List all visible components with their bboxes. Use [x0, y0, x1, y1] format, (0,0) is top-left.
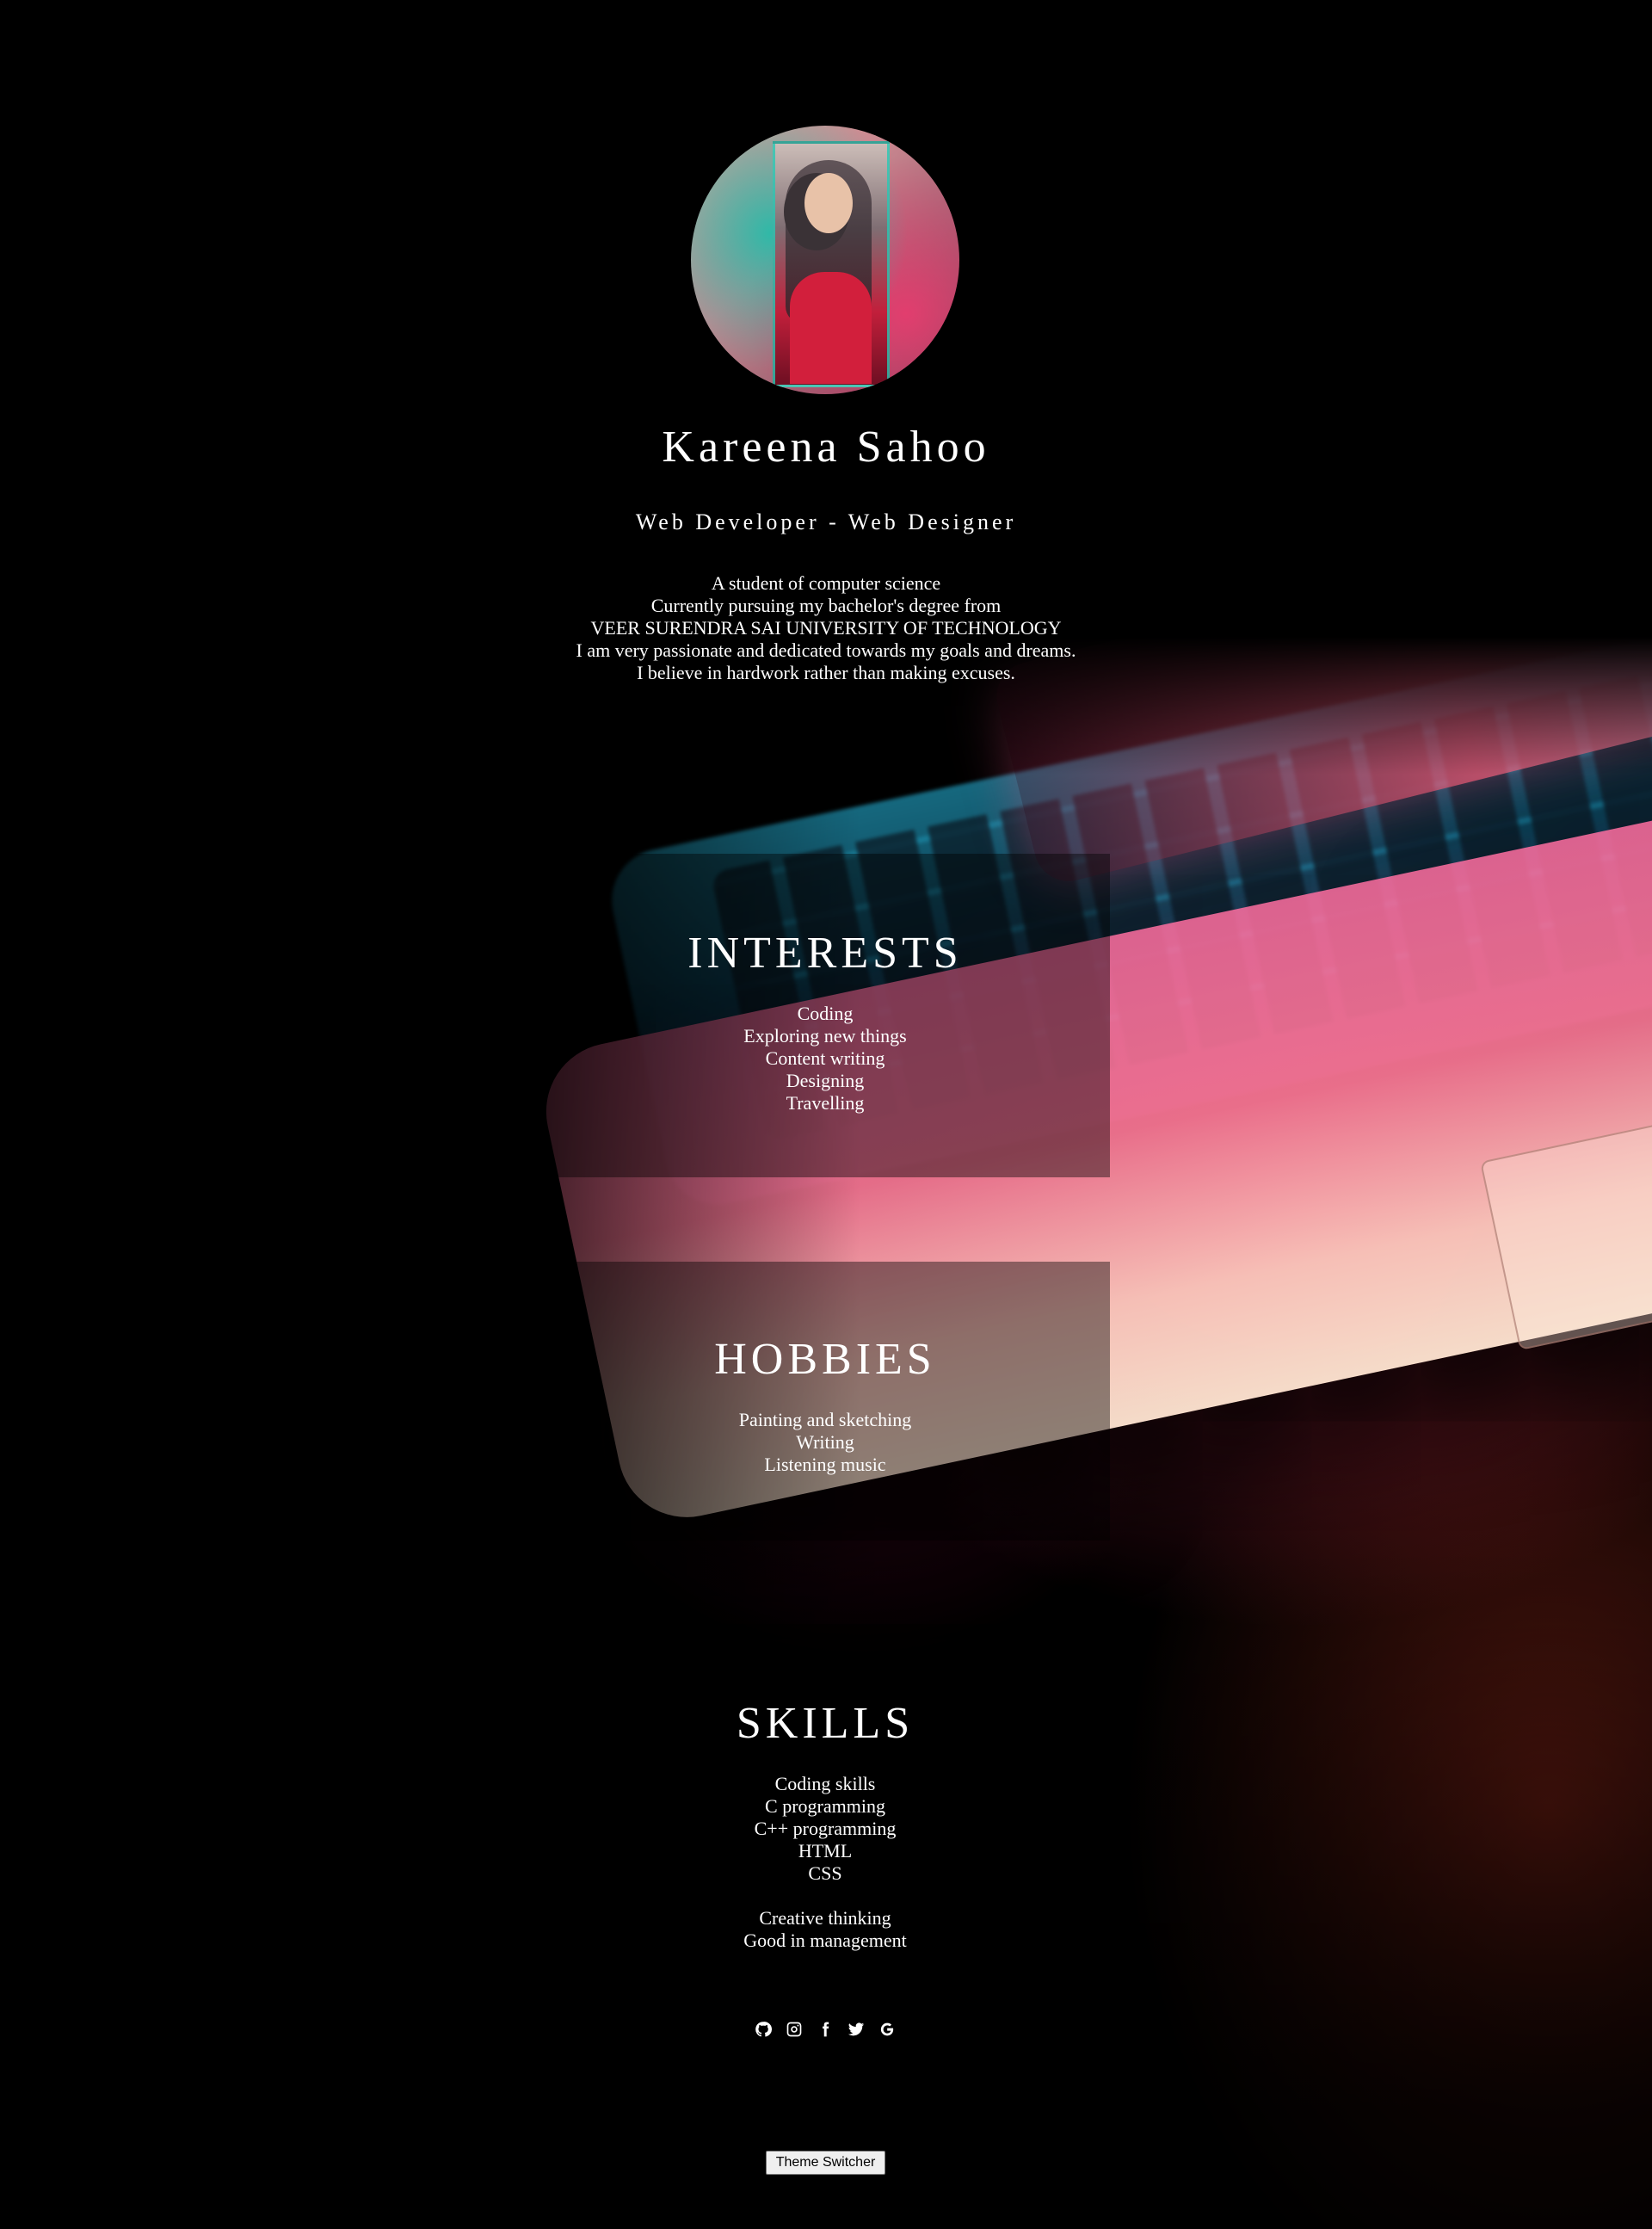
instagram-icon[interactable] [785, 2020, 804, 2039]
skill-item: HTML [798, 1840, 853, 1862]
interests-heading: INTERESTS [687, 929, 963, 978]
skill-item: CSS [808, 1862, 842, 1884]
skill-item: Creative thinking [759, 1907, 891, 1929]
interest-item: Coding [797, 1003, 854, 1024]
theme-switcher-button[interactable]: Theme Switcher [766, 2151, 885, 2175]
interest-item: Exploring new things [743, 1025, 907, 1047]
hobby-item: Writing [796, 1431, 854, 1453]
hobby-item: Listening music [764, 1454, 886, 1475]
skills-section: SKILLS Coding skills C programming C++ p… [540, 1624, 1110, 2102]
about-line: VEER SURENDRA SAI UNIVERSITY OF TECHNOLO… [590, 617, 1062, 639]
hobbies-section: HOBBIES Painting and sketching Writing L… [540, 1262, 1110, 1541]
skills-spacer [540, 1885, 1110, 1907]
hobbies-list: Painting and sketching Writing Listening… [540, 1409, 1110, 1476]
twitter-icon[interactable] [847, 2020, 866, 2039]
profile-name: Kareena Sahoo [662, 423, 990, 472]
skill-item: Coding skills [774, 1773, 876, 1794]
interest-item: Travelling [786, 1092, 865, 1114]
avatar-shirt [790, 272, 872, 384]
about-line: Currently pursuing my bachelor's degree … [650, 595, 1002, 616]
github-icon[interactable] [754, 2020, 773, 2039]
skill-item: Good in management [743, 1930, 907, 1951]
facebook-icon[interactable] [816, 2020, 835, 2039]
about-line: A student of computer science [711, 572, 941, 594]
interest-item: Content writing [765, 1047, 885, 1069]
google-icon[interactable] [878, 2020, 897, 2039]
skills-list: Coding skills C programming C++ programm… [540, 1773, 1110, 1952]
avatar-face [804, 173, 853, 233]
portfolio-page: Kareena Sahoo Web Developer - Web Design… [0, 0, 1652, 2229]
profile-role: Web Developer - Web Designer [635, 509, 1017, 534]
interests-section: INTERESTS Coding Exploring new things Co… [540, 854, 1110, 1177]
profile-avatar [691, 126, 959, 394]
profile-about: A student of computer science Currently … [568, 572, 1084, 684]
about-line: I am very passionate and dedicated towar… [576, 639, 1076, 661]
hobbies-heading: HOBBIES [714, 1335, 936, 1384]
social-links [540, 2020, 1110, 2039]
interests-list: Coding Exploring new things Content writ… [540, 1003, 1110, 1114]
hobby-item: Painting and sketching [738, 1409, 912, 1430]
interest-item: Designing [786, 1070, 865, 1091]
skill-item: C++ programming [754, 1818, 897, 1839]
skills-heading: SKILLS [736, 1699, 915, 1748]
skill-item: C programming [765, 1795, 885, 1817]
about-line: I believe in hardwork rather than making… [637, 662, 1015, 683]
